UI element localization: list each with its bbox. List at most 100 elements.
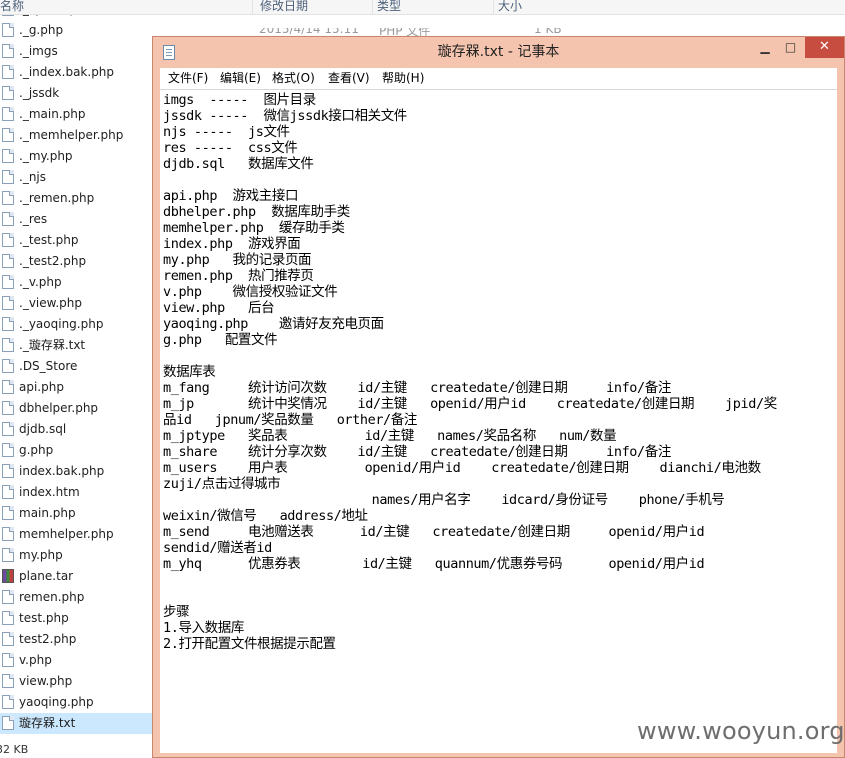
document-text[interactable]: imgs ----- 图片目录 jssdk ----- 微信jssdk接口相关文件… — [163, 92, 833, 652]
file-icon — [2, 317, 14, 331]
file-icon — [2, 506, 14, 520]
text-line: g.php 配置文件 — [163, 332, 278, 348]
file-date: 2015/4/14 15:11 — [259, 28, 359, 36]
menu-file[interactable]: 文件(F) — [168, 68, 208, 89]
file-name: v.php — [19, 653, 52, 667]
file-icon — [2, 233, 14, 247]
file-icon — [2, 548, 14, 562]
file-row[interactable]: ._view.php — [0, 293, 152, 314]
text-line: 1.导入数据库 — [163, 620, 244, 636]
file-row[interactable]: v.php — [0, 650, 152, 671]
column-date-header[interactable]: 修改日期 — [260, 0, 308, 14]
menu-bar: 文件(F) 编辑(E) 格式(O) 查看(V) 帮助(H) — [160, 68, 837, 89]
close-button[interactable]: ✕ — [805, 37, 844, 58]
file-name: index.htm — [19, 485, 80, 499]
file-row[interactable]: ._test.php — [0, 230, 152, 251]
text-line: 2.打开配置文件根据提示配置 — [163, 636, 336, 652]
file-row[interactable]: my.php — [0, 545, 152, 566]
file-row[interactable]: ._res — [0, 209, 152, 230]
file-icon — [2, 254, 14, 268]
file-row[interactable]: ._my.php — [0, 146, 152, 167]
text-line: m_users 用户表 openid/用户id createdate/创建日期 … — [163, 460, 761, 476]
text-line: my.php 我的记录页面 — [163, 252, 312, 268]
minimize-button[interactable]: ▁ — [752, 37, 778, 58]
file-name: g.php — [19, 443, 54, 457]
column-name-header[interactable]: 名称 — [0, 0, 24, 14]
file-row[interactable]: dbhelper.php — [0, 398, 152, 419]
file-name: remen.php — [19, 590, 85, 604]
text-line: api.php 游戏主接口 — [163, 188, 299, 204]
file-row[interactable]: ._v.php — [0, 272, 152, 293]
file-row[interactable]: ._yaoqing.php — [0, 314, 152, 335]
file-row[interactable]: memhelper.php — [0, 524, 152, 545]
file-icon — [2, 380, 14, 394]
file-icon — [2, 590, 14, 604]
file-row[interactable]: main.php — [0, 503, 152, 524]
file-row[interactable]: test.php — [0, 608, 152, 629]
file-row[interactable]: index.bak.php — [0, 461, 152, 482]
file-name: view.php — [19, 674, 73, 688]
file-icon — [2, 464, 14, 478]
column-divider[interactable] — [372, 0, 373, 14]
file-icon — [2, 401, 14, 415]
file-row[interactable]: index.htm — [0, 482, 152, 503]
file-row[interactable]: ._memhelper.php — [0, 125, 152, 146]
file-row[interactable]: test2.php — [0, 629, 152, 650]
file-list: ._djdb.sql._g.php._imgs._index.bak.php._… — [0, 15, 152, 740]
text-line: m_share 统计分享次数 id/主键 createdate/创建日期 inf… — [163, 444, 671, 460]
text-line: sendid/赠送者id — [163, 540, 272, 556]
selected-size: 32 KB — [0, 743, 29, 756]
file-row[interactable]: ._main.php — [0, 104, 152, 125]
file-name: ._g.php — [19, 23, 64, 37]
file-name: ._memhelper.php — [19, 128, 124, 142]
file-row[interactable]: ._index.bak.php — [0, 62, 152, 83]
file-row[interactable]: yaoqing.php — [0, 692, 152, 713]
file-row[interactable]: remen.php — [0, 587, 152, 608]
file-row[interactable]: ._test2.php — [0, 251, 152, 272]
column-divider[interactable] — [493, 0, 494, 14]
file-row[interactable]: ._njs — [0, 167, 152, 188]
text-line: yaoqing.php 邀请好友充电页面 — [163, 316, 384, 332]
watermark: www.wooyun.org — [637, 717, 845, 745]
maximize-button[interactable]: □ — [778, 37, 803, 58]
file-row[interactable]: plane.tar — [0, 566, 152, 587]
file-icon — [2, 611, 14, 625]
file-row[interactable]: djdb.sql — [0, 419, 152, 440]
file-row[interactable]: ._g.php — [0, 20, 152, 41]
file-row[interactable]: g.php — [0, 440, 152, 461]
text-line — [163, 348, 833, 364]
file-icon — [2, 170, 14, 184]
text-line: m_yhq 优惠券表 id/主键 quannum/优惠券号码 openid/用户… — [163, 556, 705, 572]
file-name: ._res — [19, 212, 48, 226]
file-icon — [2, 23, 14, 37]
file-name: ._璇存槑.txt — [19, 338, 86, 352]
file-row[interactable]: api.php — [0, 377, 152, 398]
text-line — [163, 572, 833, 588]
text-line: njs ----- js文件 — [163, 124, 290, 140]
menu-format[interactable]: 格式(O) — [272, 68, 315, 89]
file-icon — [2, 674, 14, 688]
text-editor[interactable]: imgs ----- 图片目录 jssdk ----- 微信jssdk接口相关文件… — [160, 89, 837, 753]
text-line: v.php 微信授权验证文件 — [163, 284, 338, 300]
file-row[interactable]: ._jssdk — [0, 83, 152, 104]
file-row[interactable]: 璇存槑.txt — [0, 713, 152, 734]
file-icon — [2, 422, 14, 436]
menu-view[interactable]: 查看(V) — [328, 68, 370, 89]
file-row[interactable]: .DS_Store — [0, 356, 152, 377]
file-row[interactable]: ._imgs — [0, 41, 152, 62]
file-row[interactable]: ._remen.php — [0, 188, 152, 209]
column-divider[interactable] — [252, 0, 253, 14]
file-name: djdb.sql — [19, 422, 67, 436]
file-row[interactable]: view.php — [0, 671, 152, 692]
text-line: m_jptype 奖品表 id/主键 names/奖品名称 num/数量 — [163, 428, 617, 444]
file-name: ._yaoqing.php — [19, 317, 104, 331]
file-icon — [2, 527, 14, 541]
file-row[interactable]: ._璇存槑.txt — [0, 335, 152, 356]
text-line: res ----- css文件 — [163, 140, 298, 156]
file-name: ._index.bak.php — [19, 65, 115, 79]
column-type-header[interactable]: 类型 — [377, 0, 401, 14]
menu-edit[interactable]: 编辑(E) — [220, 68, 261, 89]
title-bar[interactable]: 璇存槑.txt - 记事本 ▁ □ ✕ — [153, 37, 844, 67]
menu-help[interactable]: 帮助(H) — [382, 68, 424, 89]
column-size-header[interactable]: 大小 — [498, 0, 522, 14]
